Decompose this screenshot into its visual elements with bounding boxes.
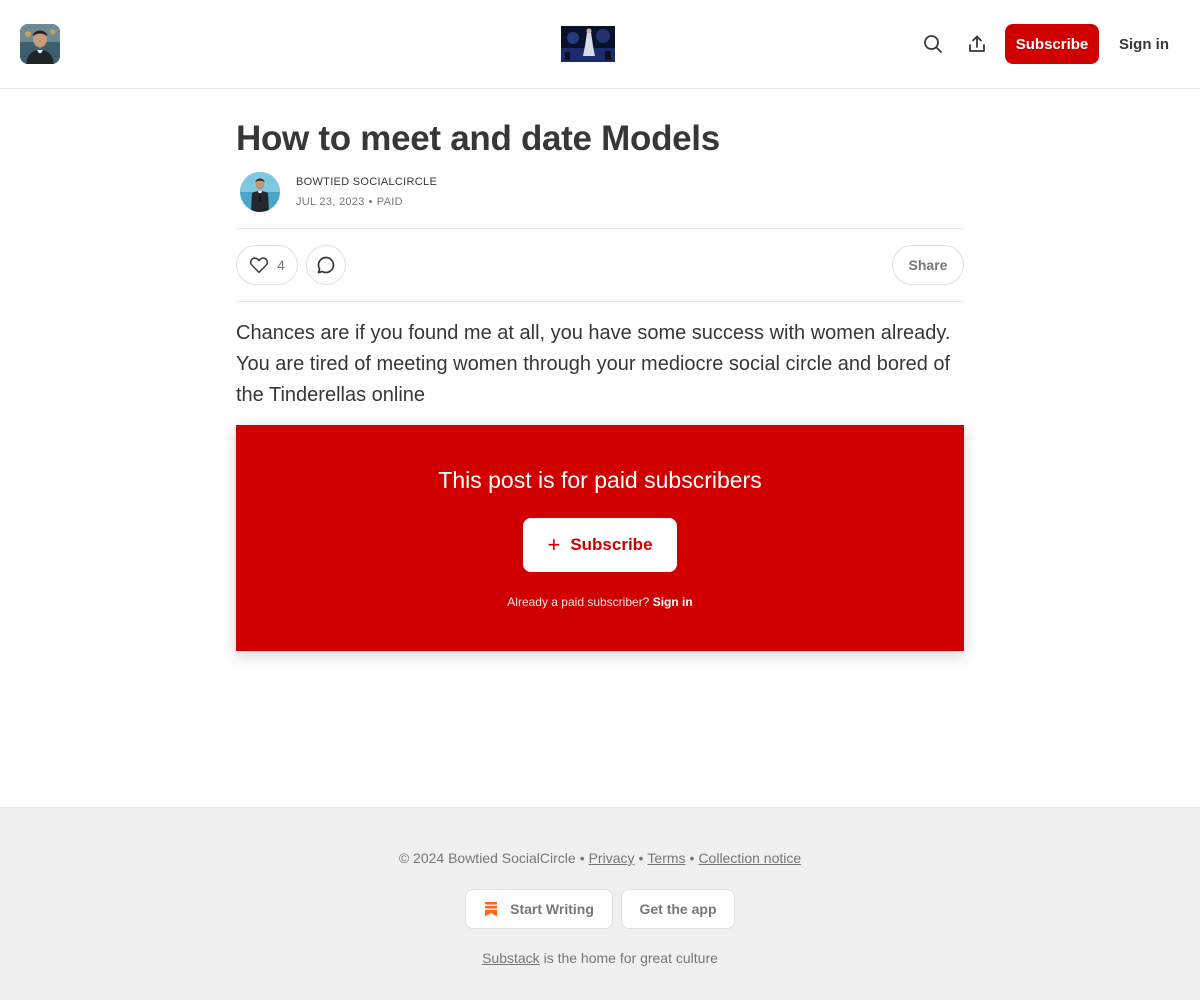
plus-icon: + [547, 532, 561, 557]
like-button[interactable]: 4 [236, 245, 298, 285]
collection-notice-link[interactable]: Collection notice [698, 850, 801, 866]
comment-button[interactable] [306, 245, 346, 285]
post-title: How to meet and date Models [236, 119, 720, 158]
heart-icon [249, 257, 269, 274]
divider [236, 301, 964, 302]
footer-separator: • [689, 850, 695, 866]
share-top-button[interactable] [961, 28, 993, 60]
footer-tagline: Substack is the home for great culture [0, 950, 1200, 966]
sign-in-button[interactable]: Sign in [1112, 24, 1176, 64]
footer-links: © 2024 Bowtied SocialCircle • Privacy • Term… [0, 850, 1200, 866]
start-writing-button[interactable]: Start Writing [465, 889, 613, 929]
paywall-title: This post is for paid subscribers [438, 467, 762, 493]
substack-link[interactable]: Substack [482, 950, 540, 966]
post-meta: JUL 23, 2023 • PAID [296, 196, 403, 208]
paywall-note-text: Already a paid subscriber? [507, 595, 650, 609]
divider [236, 228, 964, 229]
post-access-badge: PAID [376, 196, 403, 208]
post-date: JUL 23, 2023 [296, 196, 365, 208]
share-button[interactable]: Share [892, 245, 964, 285]
tagline-text: is the home for great culture [543, 950, 718, 966]
meta-separator: • [368, 196, 373, 208]
share-icon [969, 35, 985, 52]
get-the-app-button[interactable]: Get the app [621, 889, 735, 929]
footer-separator: • [638, 850, 644, 866]
bookmark-icon [484, 901, 498, 917]
paywall-signin-note: Already a paid subscriber? Sign in [236, 595, 964, 609]
author-name[interactable]: BOWTIED SOCIALCIRCLE [296, 176, 437, 188]
subscribe-button[interactable]: Subscribe [1005, 24, 1099, 64]
paywall-box: This post is for paid subscribers + Subs… [236, 425, 964, 651]
copyright-text: © 2024 Bowtied SocialCircle [398, 850, 576, 866]
paywall-sign-in-link[interactable]: Sign in [653, 595, 693, 609]
publication-logo[interactable] [20, 24, 60, 64]
privacy-link[interactable]: Privacy [589, 850, 635, 866]
comment-icon [317, 256, 335, 274]
start-writing-label: Start Writing [510, 901, 594, 917]
site-footer: © 2024 Bowtied SocialCircle • Privacy • Term… [0, 807, 1200, 1000]
paywall-subscribe-button[interactable]: + Subscribe [523, 518, 677, 572]
terms-link[interactable]: Terms [647, 850, 685, 866]
search-icon [924, 35, 942, 53]
footer-separator: • [579, 850, 585, 866]
like-count: 4 [277, 257, 285, 273]
site-header: Subscribe Sign in [0, 0, 1200, 89]
paywall-subscribe-label: Subscribe [570, 535, 653, 554]
author-avatar[interactable] [240, 172, 280, 212]
search-button[interactable] [917, 28, 949, 60]
post-excerpt: Chances are if you found me at all, you … [236, 322, 951, 406]
publication-banner-image[interactable] [561, 26, 615, 62]
